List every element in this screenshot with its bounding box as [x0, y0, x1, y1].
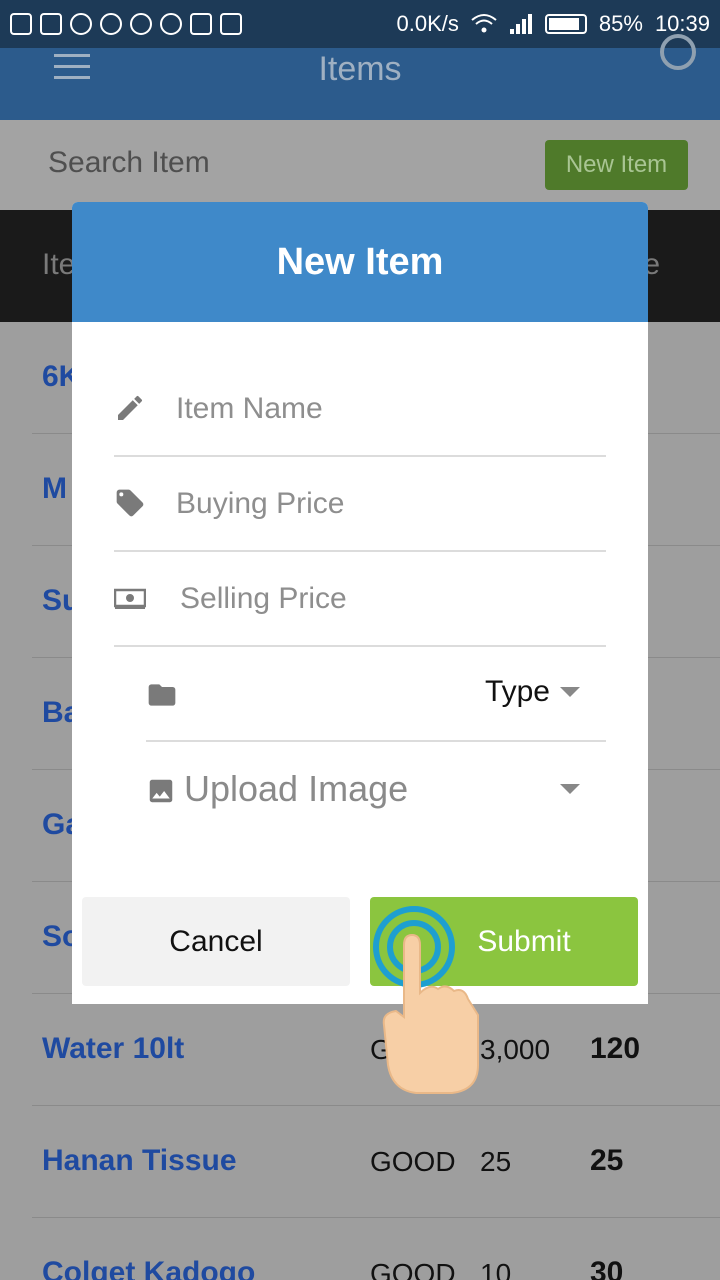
item-condition: GOOD — [370, 1258, 456, 1280]
net-speed: 0.0K/s — [396, 11, 459, 36]
touch-pointer-icon — [373, 906, 479, 1094]
signal-icon — [509, 14, 532, 34]
item-price: 30 — [590, 1256, 624, 1280]
folder-icon — [148, 684, 176, 706]
buying-price-field[interactable]: Buying Price — [114, 457, 606, 552]
item-price: 25 — [590, 1144, 624, 1177]
dialog-title: New Item — [72, 202, 648, 322]
selling-price-field[interactable]: Selling Price — [114, 552, 606, 647]
item-name-field[interactable]: Item Name — [114, 362, 606, 457]
column-header-item: Ite — [42, 248, 76, 281]
type-select-value: Type — [484, 675, 550, 708]
item-name-placeholder: Item Name — [176, 392, 323, 425]
refresh-icon[interactable] — [660, 34, 696, 70]
item-name[interactable]: Hanan Tissue — [42, 1144, 237, 1178]
search-row: New Item — [0, 120, 720, 210]
item-name[interactable]: Water 10lt — [42, 1032, 184, 1066]
item-name[interactable]: Colget Kadogo — [42, 1256, 255, 1280]
buying-price-placeholder: Buying Price — [176, 487, 345, 520]
wifi-icon — [471, 14, 497, 33]
page-title: Items — [318, 50, 402, 88]
cancel-button[interactable]: Cancel — [82, 897, 350, 986]
table-row[interactable]: Colget Kadogo GOOD 10 30 — [32, 1218, 720, 1280]
money-icon — [114, 588, 146, 609]
upload-image-select[interactable]: Upload Image — [146, 762, 606, 822]
chevron-down-icon — [560, 687, 580, 697]
facebook-icon — [10, 13, 32, 35]
item-quantity: 25 — [480, 1146, 512, 1177]
new-item-button[interactable]: New Item — [545, 140, 688, 190]
calendar-icon — [220, 13, 242, 35]
cast-icon — [190, 13, 212, 35]
selling-price-placeholder: Selling Price — [180, 582, 347, 615]
clock: 10:39 — [654, 11, 710, 36]
mail-icon — [40, 13, 62, 35]
chat-icon — [130, 13, 152, 35]
new-item-dialog: New Item Item Name Buying Price Selling … — [72, 202, 648, 1004]
chevron-down-icon — [560, 784, 580, 794]
app-icon — [100, 13, 122, 35]
item-name[interactable]: M — [42, 472, 67, 506]
type-select[interactable]: Type — [146, 647, 606, 742]
app-bar: Items — [0, 34, 720, 120]
whatsapp-icon — [160, 13, 182, 35]
item-quantity: 10 — [480, 1258, 512, 1280]
item-price: 120 — [590, 1032, 641, 1065]
shield-icon — [70, 13, 92, 35]
upload-image-label: Upload Image — [184, 768, 409, 809]
battery-percent: 85% — [598, 11, 643, 36]
pencil-icon — [118, 395, 143, 420]
search-input[interactable] — [48, 146, 448, 180]
table-row[interactable]: Hanan Tissue GOOD 25 25 — [32, 1106, 720, 1218]
status-bar: 0.0K/s 85% 10:39 — [0, 0, 720, 48]
notification-icons — [10, 13, 242, 35]
item-condition: GOOD — [370, 1146, 456, 1177]
battery-icon — [544, 14, 587, 34]
tag-icon — [116, 489, 144, 517]
image-icon — [149, 779, 173, 803]
